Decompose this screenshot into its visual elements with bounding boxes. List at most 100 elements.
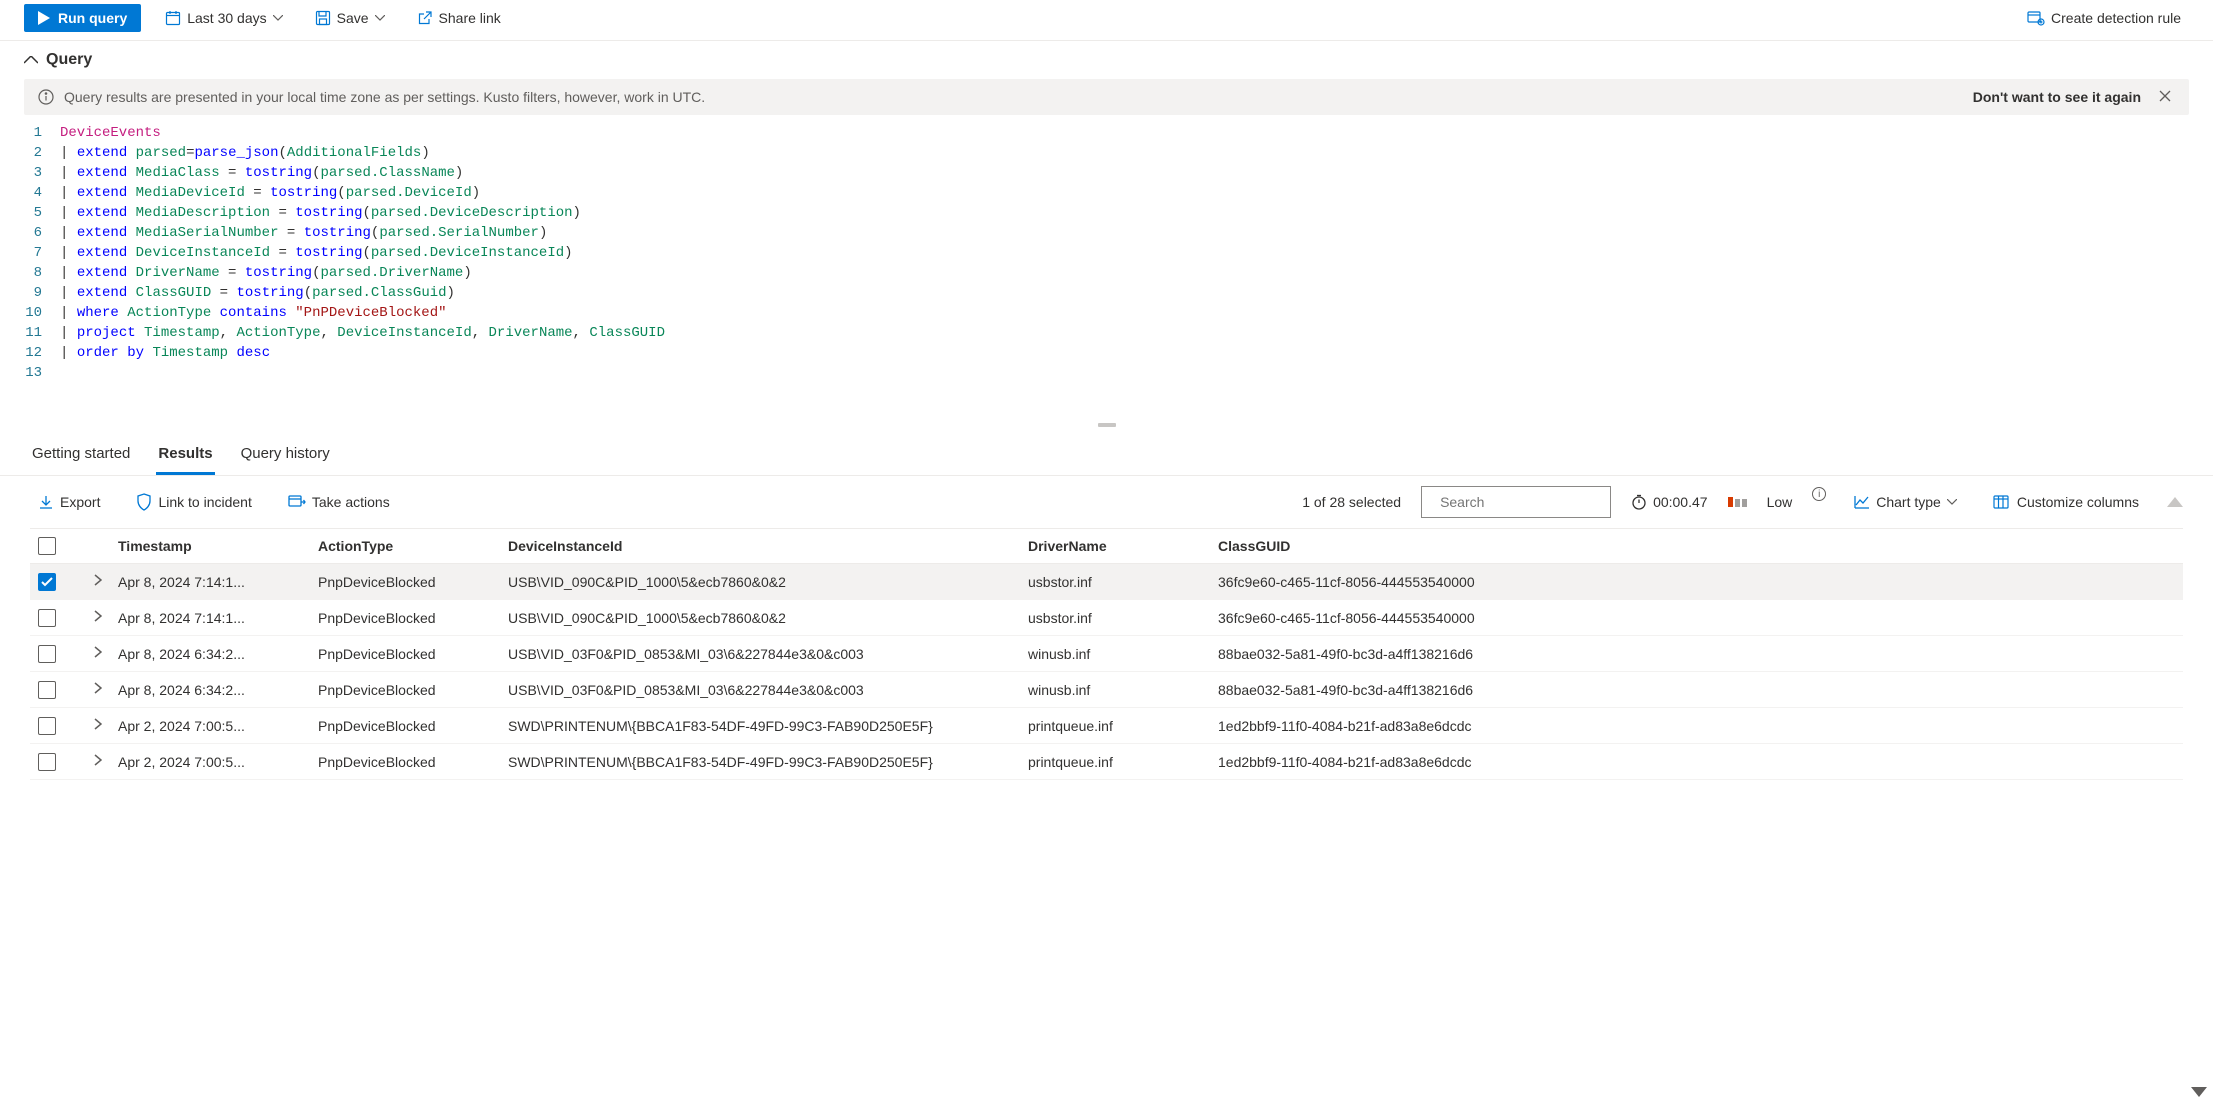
cell-driver: winusb.inf [1028,646,1218,662]
cell-guid: 36fc9e60-c465-11cf-8056-444553540000 [1218,610,2175,626]
cell-timestamp: Apr 8, 2024 7:14:1... [118,610,318,626]
level-label: Low [1767,494,1793,510]
columns-icon [1993,494,2011,510]
cell-device: USB\VID_03F0&PID_0853&MI_03\6&227844e3&0… [508,646,1028,662]
create-detection-rule-button[interactable]: Create detection rule [2019,4,2189,32]
info-icon [38,89,54,105]
col-guid[interactable]: ClassGUID [1218,538,2175,554]
dismiss-info-link[interactable]: Don't want to see it again [1973,89,2141,105]
results-search[interactable] [1421,486,1611,518]
query-section-title: Query [46,51,92,69]
cell-driver: usbstor.inf [1028,610,1218,626]
download-icon [38,494,54,510]
table-row[interactable]: Apr 8, 2024 6:34:2... PnpDeviceBlocked U… [30,672,2183,708]
shield-icon [136,493,152,511]
take-actions-icon [288,494,306,510]
row-checkbox[interactable] [38,753,56,771]
row-checkbox[interactable] [38,573,56,591]
search-input[interactable] [1438,493,1623,511]
play-icon [38,11,50,25]
code-area[interactable]: DeviceEvents | extend parsed=parse_json(… [60,123,665,383]
row-checkbox[interactable] [38,609,56,627]
chart-line-icon [1854,494,1870,510]
row-expander[interactable] [78,574,118,589]
chart-type-button[interactable]: Chart type [1846,488,1965,516]
save-label: Save [337,10,369,26]
table-header: Timestamp ActionType DeviceInstanceId Dr… [30,528,2183,564]
time-range-label: Last 30 days [187,10,266,26]
cell-guid: 1ed2bbf9-11f0-4084-b21f-ad83a8e6dcdc [1218,718,2175,734]
col-action[interactable]: ActionType [318,538,508,554]
export-button[interactable]: Export [30,488,108,516]
take-actions-button[interactable]: Take actions [280,488,398,516]
col-timestamp[interactable]: Timestamp [118,538,318,554]
cell-device: SWD\PRINTENUM\{BBCA1F83-54DF-49FD-99C3-F… [508,718,1028,734]
row-expander[interactable] [78,682,118,697]
select-all-checkbox[interactable] [38,537,56,555]
timezone-info-text: Query results are presented in your loca… [64,89,705,105]
table-row[interactable]: Apr 2, 2024 7:00:5... PnpDeviceBlocked S… [30,708,2183,744]
table-row[interactable]: Apr 8, 2024 7:14:1... PnpDeviceBlocked U… [30,600,2183,636]
customize-columns-button[interactable]: Customize columns [1985,488,2147,516]
run-query-button[interactable]: Run query [24,4,141,32]
row-expander[interactable] [78,754,118,769]
query-section-header[interactable]: Query [0,41,2213,79]
resource-bars [1728,497,1747,507]
timezone-info-bar: Query results are presented in your loca… [24,79,2189,115]
cell-action: PnpDeviceBlocked [318,718,508,734]
link-incident-label: Link to incident [158,494,251,510]
table-row[interactable]: Apr 8, 2024 6:34:2... PnpDeviceBlocked U… [30,636,2183,672]
row-expander[interactable] [78,718,118,733]
table-row[interactable]: Apr 2, 2024 7:00:5... PnpDeviceBlocked S… [30,744,2183,780]
info-icon[interactable]: i [1812,487,1826,501]
calendar-icon [165,10,181,26]
stopwatch-icon [1631,494,1647,510]
cell-timestamp: Apr 8, 2024 7:14:1... [118,574,318,590]
row-checkbox[interactable] [38,645,56,663]
cell-device: SWD\PRINTENUM\{BBCA1F83-54DF-49FD-99C3-F… [508,754,1028,770]
cell-timestamp: Apr 8, 2024 6:34:2... [118,682,318,698]
row-expander[interactable] [78,646,118,661]
result-tabs: Getting started Results Query history [0,429,2213,476]
close-info-button[interactable] [2155,89,2175,105]
chevron-up-icon [24,56,38,64]
row-checkbox[interactable] [38,681,56,699]
run-query-label: Run query [58,10,127,26]
row-checkbox[interactable] [38,717,56,735]
chevron-down-icon [375,15,385,21]
cell-timestamp: Apr 2, 2024 7:00:5... [118,754,318,770]
selection-count: 1 of 28 selected [1302,494,1401,510]
cell-device: USB\VID_03F0&PID_0853&MI_03\6&227844e3&0… [508,682,1028,698]
close-icon [2159,90,2171,102]
time-range-button[interactable]: Last 30 days [157,4,290,32]
take-actions-label: Take actions [312,494,390,510]
chevron-down-icon [1947,499,1957,505]
chevron-down-icon [273,15,283,21]
cell-action: PnpDeviceBlocked [318,682,508,698]
col-device[interactable]: DeviceInstanceId [508,538,1028,554]
share-link-button[interactable]: Share link [409,4,509,32]
table-row[interactable]: Apr 8, 2024 7:14:1... PnpDeviceBlocked U… [30,564,2183,600]
query-timer: 00:00.47 [1631,494,1708,510]
cell-driver: printqueue.inf [1028,718,1218,734]
scroll-up-button[interactable] [2167,497,2183,507]
tab-results[interactable]: Results [156,439,214,475]
link-incident-button[interactable]: Link to incident [128,487,259,517]
kql-editor[interactable]: 12345678910111213 DeviceEvents | extend … [24,115,2189,423]
cell-guid: 36fc9e60-c465-11cf-8056-444553540000 [1218,574,2175,590]
row-expander[interactable] [78,610,118,625]
share-link-label: Share link [439,10,501,26]
cell-driver: winusb.inf [1028,682,1218,698]
col-driver[interactable]: DriverName [1028,538,1218,554]
scroll-down-button[interactable] [2191,1087,2207,1097]
tab-query-history[interactable]: Query history [239,439,332,475]
cell-guid: 1ed2bbf9-11f0-4084-b21f-ad83a8e6dcdc [1218,754,2175,770]
save-icon [315,10,331,26]
cell-guid: 88bae032-5a81-49f0-bc3d-a4ff138216d6 [1218,646,2175,662]
save-button[interactable]: Save [307,4,393,32]
chart-type-label: Chart type [1876,494,1941,510]
pane-splitter[interactable] [0,423,2213,429]
tab-getting-started[interactable]: Getting started [30,439,132,475]
share-icon [417,10,433,26]
export-label: Export [60,494,100,510]
